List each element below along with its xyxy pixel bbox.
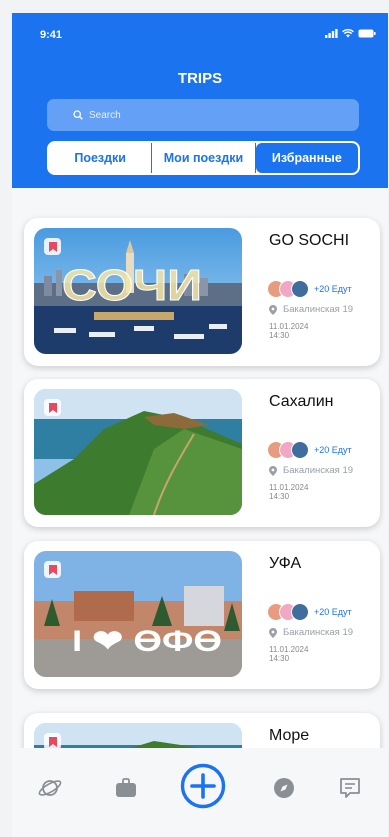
status-icons [325, 29, 376, 38]
bookmark-icon [48, 241, 57, 252]
participants[interactable]: +20 Едут [267, 441, 352, 459]
trip-name: Сахалин [269, 393, 334, 410]
trip-card[interactable]: I ❤ ӨФӨ УФА +20 Едут Бакалинская 19 11.0… [24, 541, 380, 689]
nav-chat[interactable] [330, 768, 370, 808]
trip-time: 14:30 [269, 331, 290, 340]
search-icon [73, 110, 83, 120]
nav-add[interactable] [179, 762, 227, 810]
tab-my-trips[interactable]: Мои поездки [152, 143, 256, 173]
bookmark-icon [48, 402, 57, 413]
trip-card[interactable]: СОЧИ GO SOCHI +20 Едут Бакалинская 19 11… [24, 218, 380, 366]
trip-date: 11.01.2024 [269, 645, 309, 654]
trip-datetime: 11.01.2024 14:30 [269, 483, 308, 501]
trip-time: 14:30 [269, 492, 290, 501]
location-text: Бакалинская 19 [283, 465, 354, 476]
search-input[interactable]: Search [47, 99, 359, 131]
briefcase-icon [116, 778, 136, 797]
wifi-icon [342, 29, 354, 38]
bookmark-button[interactable] [44, 561, 61, 578]
trip-card[interactable]: Сахалин +20 Едут Бакалинская 19 11.01.20… [24, 379, 380, 527]
location-pin-icon [269, 627, 277, 638]
add-circle-icon [180, 763, 226, 809]
trip-photo: СОЧИ [34, 228, 242, 354]
nav-explore[interactable] [30, 768, 70, 808]
avatar [291, 603, 309, 621]
signal-icon [325, 29, 338, 38]
trip-photo [34, 389, 242, 515]
bottom-nav [12, 748, 388, 837]
bookmark-button[interactable] [44, 399, 61, 416]
bookmark-icon [48, 736, 57, 747]
trip-name: GO SOCHI [269, 232, 350, 249]
status-time: 9:41 [40, 29, 63, 41]
planet-icon [38, 780, 62, 796]
location: Бакалинская 19 [269, 304, 353, 315]
trip-datetime: 11.01.2024 14:30 [269, 645, 308, 663]
page-title: TRIPS [177, 70, 223, 87]
header: 9:41 TRIPS Search Поездки Мои поездки Из… [12, 13, 388, 188]
trip-date: 11.01.2024 [269, 322, 309, 331]
battery-icon [358, 29, 376, 38]
trip-time: 14:30 [269, 654, 290, 663]
tab-trips[interactable]: Поездки [49, 143, 153, 173]
trip-name: УФА [269, 555, 302, 572]
location-text: Бакалинская 19 [283, 627, 354, 638]
photo-caption: СОЧИ [62, 261, 202, 310]
location-text: Бакалинская 19 [283, 304, 354, 315]
compass-icon [274, 778, 294, 798]
trip-photo: I ❤ ӨФӨ [34, 551, 242, 677]
bookmark-icon [48, 564, 57, 575]
going-count: +20 Едут [314, 607, 352, 617]
trip-date: 11.01.2024 [269, 483, 309, 492]
nav-trips[interactable] [106, 768, 146, 808]
tab-favorites[interactable]: Избранные [255, 143, 358, 173]
location-pin-icon [269, 465, 277, 476]
trip-photo [34, 723, 242, 748]
phone-screen: 9:41 TRIPS Search Поездки Мои поездки Из… [12, 13, 388, 837]
bookmark-button[interactable] [44, 733, 61, 748]
search-placeholder: Search [89, 109, 121, 121]
location: Бакалинская 19 [269, 465, 353, 476]
avatar [291, 280, 309, 298]
trip-card[interactable]: Море [24, 713, 380, 748]
bookmark-button[interactable] [44, 238, 61, 255]
location-pin-icon [269, 304, 277, 315]
photo-caption: I ❤ ӨФӨ [72, 625, 222, 658]
going-count: +20 Едут [314, 284, 352, 294]
trip-filter-tabs: Поездки Мои поездки Избранные [47, 141, 360, 175]
trip-list: СОЧИ GO SOCHI +20 Едут Бакалинская 19 11… [12, 188, 388, 748]
avatar [291, 441, 309, 459]
nav-discover[interactable] [264, 768, 304, 808]
location: Бакалинская 19 [269, 627, 353, 638]
participants[interactable]: +20 Едут [267, 280, 352, 298]
participants[interactable]: +20 Едут [267, 603, 352, 621]
trip-name: Море [269, 727, 310, 744]
going-count: +20 Едут [314, 445, 352, 455]
trip-datetime: 11.01.2024 14:30 [269, 322, 308, 340]
chat-icon [340, 778, 360, 798]
